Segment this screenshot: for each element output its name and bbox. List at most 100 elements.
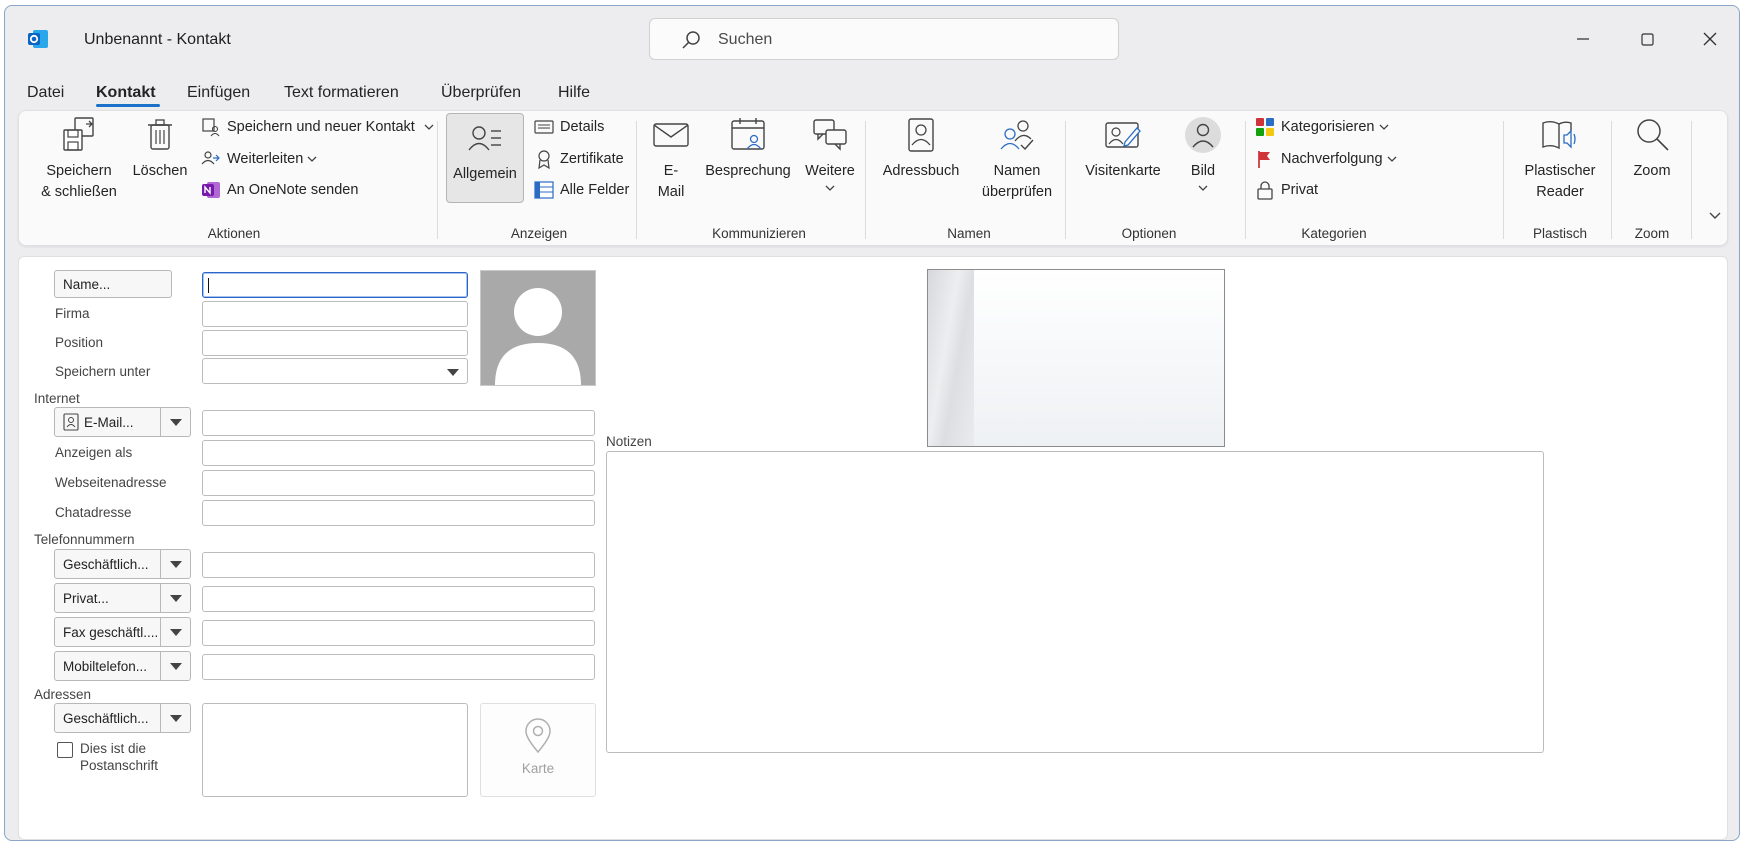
phone-mobile-dropdown[interactable] <box>160 652 190 680</box>
tab-text-formatieren[interactable]: Text formatieren <box>284 84 399 102</box>
business-card-button[interactable]: Visitenkarte <box>1073 115 1173 182</box>
more-communicate-button[interactable]: Weitere <box>797 115 863 194</box>
phone-mobile-input[interactable] <box>202 654 595 680</box>
phone-private-dropdown[interactable] <box>160 584 190 612</box>
phone-private-type-button[interactable]: Privat... <box>54 583 191 613</box>
flag-icon <box>1258 151 1270 168</box>
tab-kontakt[interactable]: Kontakt <box>96 84 156 102</box>
private-button[interactable]: Privat <box>1255 178 1318 202</box>
check-names-icon <box>1000 120 1034 151</box>
email-label-1: E- <box>663 163 679 179</box>
website-input[interactable] <box>202 470 595 496</box>
certificate-icon <box>538 150 550 169</box>
search-box[interactable]: Suchen <box>649 18 1119 60</box>
maximize-button[interactable] <box>1632 24 1662 54</box>
notes-textarea[interactable] <box>606 451 1544 753</box>
categorize-button[interactable]: Kategorisieren <box>1255 115 1391 139</box>
name-button[interactable]: Name... <box>54 270 172 298</box>
company-input[interactable] <box>202 301 468 327</box>
close-button[interactable] <box>1695 24 1725 54</box>
business-card-icon <box>1105 122 1141 148</box>
email-type-button[interactable]: E-Mail... <box>54 407 191 437</box>
address-textarea[interactable] <box>202 703 468 797</box>
postal-address-checkbox[interactable] <box>57 742 73 758</box>
name-button-label: Name... <box>63 276 111 292</box>
phone-business-dropdown[interactable] <box>160 550 190 578</box>
immersive-reader-label-1: Plastischer <box>1524 163 1596 179</box>
meeting-label: Besprechung <box>705 163 791 179</box>
more-communicate-label: Weitere <box>805 163 855 179</box>
group-separator <box>865 121 866 239</box>
phone-fax-dropdown[interactable] <box>160 618 190 646</box>
chevron-down-icon <box>1198 185 1208 191</box>
contact-photo[interactable] <box>480 270 596 386</box>
address-book-button[interactable]: Adressbuch <box>873 115 969 182</box>
send-to-onenote-button[interactable]: An OneNote senden <box>201 178 358 202</box>
delete-button[interactable]: Löschen <box>127 115 193 182</box>
group-separator <box>1611 121 1612 239</box>
group-label-optionen: Optionen <box>1121 226 1177 241</box>
tab-datei[interactable]: Datei <box>27 84 64 102</box>
phone-fax-input[interactable] <box>202 620 595 646</box>
address-book-label: Adressbuch <box>882 163 960 179</box>
phone-fax-type-button[interactable]: Fax geschäftl.... <box>54 617 191 647</box>
follow-up-button[interactable]: Nachverfolgung <box>1255 147 1399 171</box>
tab-einfuegen[interactable]: Einfügen <box>187 84 250 102</box>
address-type-dropdown[interactable] <box>160 704 190 732</box>
full-name-input[interactable] <box>202 272 468 298</box>
phone-business-input[interactable] <box>202 552 595 578</box>
forward-icon <box>201 151 220 165</box>
title-bar: Unbenannt - Kontakt Suchen <box>5 6 1739 66</box>
ribbon-expand-chevron-icon[interactable] <box>1707 209 1723 223</box>
file-as-select[interactable] <box>202 358 468 384</box>
window-title: Unbenannt - Kontakt <box>84 31 231 48</box>
phone-business-type-button[interactable]: Geschäftlich... <box>54 549 191 579</box>
phone-mobile-type-button[interactable]: Mobiltelefon... <box>54 651 191 681</box>
save-new-contact-button[interactable]: Speichern und neuer Kontakt <box>201 115 437 139</box>
maximize-icon <box>1641 33 1654 46</box>
map-button[interactable]: Karte <box>480 703 596 797</box>
tab-ueberpruefen[interactable]: Überprüfen <box>441 84 521 102</box>
postal-address-label-1: Dies ist die <box>80 741 147 756</box>
picture-button[interactable]: Bild <box>1175 115 1231 194</box>
search-icon <box>682 31 700 49</box>
email-label-2: Mail <box>657 184 685 200</box>
chevron-down-icon <box>424 124 434 130</box>
zoom-button[interactable]: Zoom <box>1619 115 1685 182</box>
active-tab-indicator <box>96 104 160 107</box>
save-close-button[interactable]: Speichern & schließen <box>39 115 119 203</box>
certificates-button[interactable]: Zertifikate <box>534 147 624 171</box>
check-names-button[interactable]: Namen überprüfen <box>974 115 1060 203</box>
save-close-label-1: Speichern <box>46 163 112 179</box>
display-as-input[interactable] <box>202 440 595 466</box>
immersive-reader-button[interactable]: Plastischer Reader <box>1513 115 1607 203</box>
chat-input[interactable] <box>202 500 595 526</box>
save-close-label-2: & schließen <box>41 184 117 200</box>
general-view-button[interactable]: Allgemein <box>446 113 524 203</box>
check-names-label-1: Namen <box>993 163 1041 179</box>
chevron-down-icon <box>1379 124 1388 130</box>
email-input[interactable] <box>202 410 595 436</box>
display-as-label: Anzeigen als <box>55 445 133 460</box>
group-separator <box>1691 121 1692 239</box>
position-input[interactable] <box>202 330 468 356</box>
forward-button[interactable]: Weiterleiten <box>201 147 319 171</box>
group-separator <box>1503 121 1504 239</box>
tab-hilfe[interactable]: Hilfe <box>558 84 590 102</box>
email-type-dropdown[interactable] <box>160 408 190 436</box>
dropdown-arrow-icon <box>169 560 182 568</box>
meeting-button[interactable]: Besprechung <box>699 115 797 182</box>
minimize-button[interactable] <box>1568 24 1598 54</box>
address-type-button[interactable]: Geschäftlich... <box>54 703 191 733</box>
phone-fax-type-label: Fax geschäftl.... <box>63 624 159 640</box>
group-label-zoom: Zoom <box>1634 226 1670 241</box>
email-type-label: E-Mail... <box>84 414 134 430</box>
all-fields-button[interactable]: Alle Felder <box>534 178 629 202</box>
immersive-reader-label-2: Reader <box>1536 184 1584 200</box>
business-card-preview[interactable] <box>927 269 1225 447</box>
details-button[interactable]: Details <box>534 115 604 139</box>
lock-icon <box>1257 181 1273 200</box>
email-button[interactable]: E- Mail <box>647 115 695 203</box>
phone-private-input[interactable] <box>202 586 595 612</box>
private-label: Privat <box>1281 182 1319 198</box>
